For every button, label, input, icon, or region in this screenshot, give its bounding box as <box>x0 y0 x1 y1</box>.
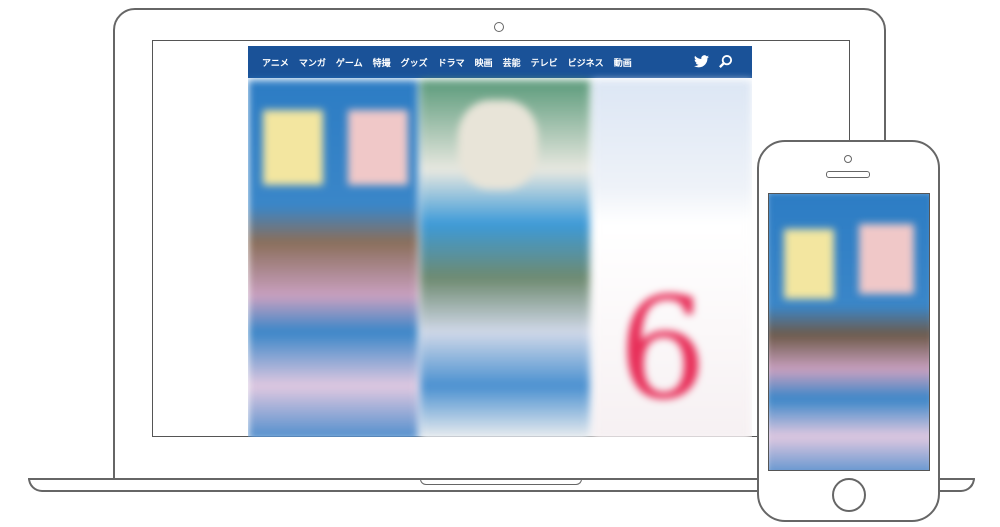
website-preview: アニメ マンガ ゲーム 特撮 グッズ ドラマ 映画 芸能 テレビ ビジネス 動画… <box>248 46 752 437</box>
phone-screen <box>768 193 930 471</box>
nav-bar: アニメ マンガ ゲーム 特撮 グッズ ドラマ 映画 芸能 テレビ ビジネス 動画 <box>248 46 752 78</box>
nav-item[interactable]: 芸能 <box>503 56 521 69</box>
laptop-camera <box>494 22 504 32</box>
nav-item[interactable]: ゲーム <box>336 56 363 69</box>
nav-item[interactable]: ビジネス <box>568 56 604 69</box>
search-icon[interactable] <box>718 54 733 69</box>
nav-item[interactable]: ドラマ <box>438 56 465 69</box>
nav-item[interactable]: マンガ <box>299 56 326 69</box>
blurred-content: 6 <box>248 80 752 437</box>
nav-item[interactable]: 動画 <box>614 56 632 69</box>
twitter-icon[interactable] <box>694 55 709 68</box>
nav-item[interactable]: 映画 <box>475 56 493 69</box>
phone-speaker <box>826 171 870 178</box>
nav-item[interactable]: グッズ <box>401 56 428 69</box>
nav-item[interactable]: テレビ <box>531 56 558 69</box>
nav-item[interactable]: アニメ <box>262 56 289 69</box>
phone-camera <box>844 155 852 163</box>
promo-number: 6 <box>618 268 708 431</box>
phone-home-button <box>832 478 866 512</box>
nav-item[interactable]: 特撮 <box>373 56 391 69</box>
laptop-notch <box>420 478 582 485</box>
